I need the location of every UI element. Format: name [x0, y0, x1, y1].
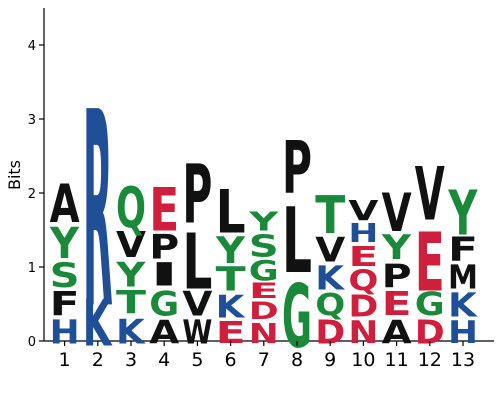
position-label: 3: [125, 349, 137, 371]
logo-letter-y: Y: [248, 207, 279, 237]
logo-letter-a: A: [50, 173, 80, 235]
position-label: 13: [451, 349, 475, 371]
logo-letter-glyph: Y: [448, 179, 479, 250]
logo-letter-v: V: [348, 195, 378, 227]
logo-letter-glyph: A: [50, 173, 80, 235]
logo-letter-glyph: V: [348, 195, 378, 227]
logo-letter-glyph: E: [149, 176, 179, 246]
sequence-logo-chart: Bits 01234 HFSYAKR KTYVQAGIPEWVLPEKTYLNDE…: [5, 8, 494, 371]
y-tick-label: 3: [28, 113, 36, 128]
logo-letter-q: Q: [116, 176, 146, 242]
logo-letter-y: Y: [448, 179, 479, 250]
position-label: 6: [225, 349, 237, 371]
logo-letter-p: P: [182, 148, 212, 243]
logo-letter-v: V: [382, 182, 412, 244]
position-label: 1: [59, 349, 71, 371]
logo-letter-glyph: V: [382, 182, 412, 244]
position-label: 8: [291, 349, 303, 371]
position-label: 7: [258, 349, 270, 371]
y-tick-label: 0: [28, 335, 36, 350]
y-tick-label: 2: [28, 187, 36, 202]
logo-letter-l: L: [216, 177, 246, 247]
position-label: 4: [158, 349, 170, 371]
logo-letter-glyph: R: [83, 55, 113, 369]
logo-letter-glyph: P: [282, 125, 312, 210]
y-tick-label: 4: [28, 39, 36, 54]
logo-letter-r: R: [83, 55, 113, 369]
logo-letter-v: V: [415, 151, 445, 237]
position-label: 12: [418, 349, 442, 371]
position-label: 11: [385, 349, 409, 371]
logo-letter-t: T: [315, 187, 345, 246]
letter-stacks: HFSYAKR KTYVQAGIPEWVLPEKTYLNDEGSYGLPDQKVT…: [49, 55, 479, 369]
position-label: 5: [191, 349, 203, 371]
logo-letter-glyph: Y: [248, 207, 279, 237]
logo-letter-glyph: P: [182, 148, 212, 243]
logo-letter-e: E: [149, 176, 179, 246]
logo-letter-glyph: L: [216, 177, 246, 247]
position-label: 10: [351, 349, 375, 371]
y-tick-label: 1: [28, 261, 36, 276]
logo-letter-p: P: [282, 125, 312, 210]
y-axis-title: Bits: [5, 160, 24, 190]
logo-letter-glyph: T: [315, 187, 345, 246]
logo-letter-glyph: V: [415, 151, 445, 237]
y-ticks: 0 1 2 3 4: [28, 39, 44, 350]
position-label: 2: [92, 349, 104, 371]
position-label: 9: [324, 349, 336, 371]
logo-letter-glyph: Q: [116, 176, 146, 242]
